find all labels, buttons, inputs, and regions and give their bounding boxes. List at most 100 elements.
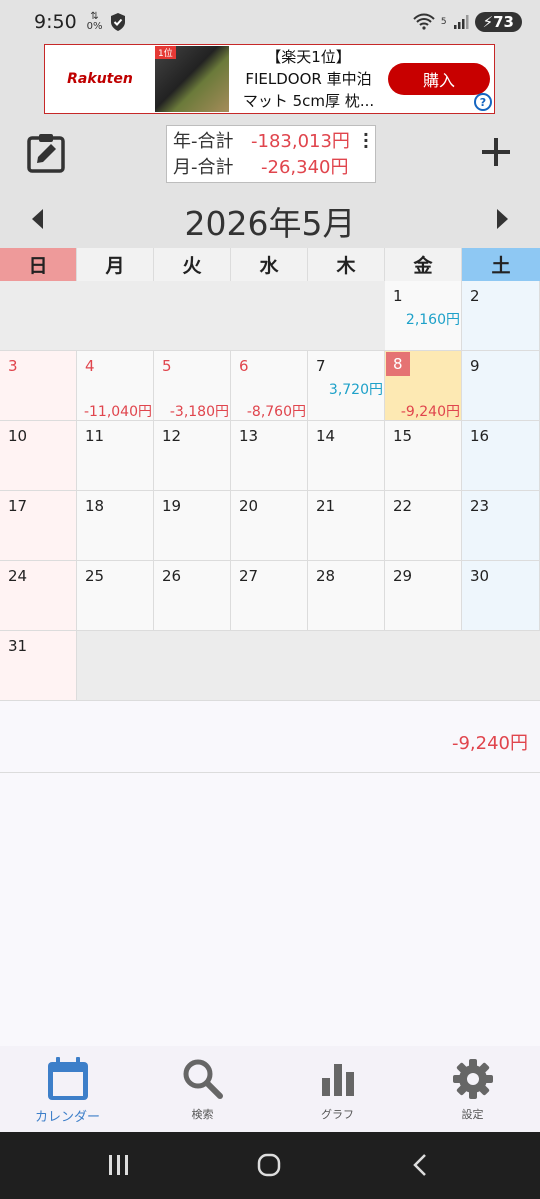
day-cell-28[interactable]: 28 xyxy=(308,561,385,631)
clipboard-edit-icon[interactable] xyxy=(26,132,66,174)
year-total-value: -183,013円 xyxy=(251,131,350,152)
ad-line-2: FIELDOOR 車中泊 xyxy=(245,70,372,88)
day-cell-25[interactable]: 25 xyxy=(77,561,154,631)
day-number: 28 xyxy=(316,567,336,585)
ad-brand-logo: Rakuten xyxy=(67,71,133,87)
day-cell-12[interactable]: 12 xyxy=(154,421,231,491)
recent-apps-icon[interactable] xyxy=(106,1152,132,1178)
month-title: 2026年5月 xyxy=(184,204,356,243)
wifi-icon xyxy=(413,13,435,30)
back-icon[interactable] xyxy=(408,1152,434,1178)
ad-product-image: 1位 xyxy=(155,46,229,112)
day-expense: -9,240円 xyxy=(400,404,460,420)
day-cell-29[interactable]: 29 xyxy=(385,561,462,631)
day-cell-1[interactable]: 1 2,160円 xyxy=(385,281,462,351)
ad-line-1: 【楽天1位】 xyxy=(266,48,351,66)
data-saver-icon: ⇅ 0% xyxy=(86,11,103,32)
battery-level: 73 xyxy=(493,13,514,31)
day-cell-2[interactable]: 2 xyxy=(462,281,540,351)
add-icon[interactable] xyxy=(476,132,516,172)
weekday-mon: 月 xyxy=(77,248,154,281)
shield-icon xyxy=(110,13,125,31)
day-income: 2,160円 xyxy=(405,312,460,328)
day-cell-14[interactable]: 14 xyxy=(308,421,385,491)
tab-search[interactable]: 検索 xyxy=(135,1046,270,1132)
tab-calendar[interactable]: カレンダー xyxy=(0,1046,135,1132)
day-cell-19[interactable]: 19 xyxy=(154,491,231,561)
ad-image-tag: 1位 xyxy=(155,46,176,59)
day-cell-26[interactable]: 26 xyxy=(154,561,231,631)
month-total-row: 月-合計 -26,340円 xyxy=(173,155,369,181)
ad-text: 【楽天1位】 FIELDOOR 車中泊 マット 5cm厚 枕... xyxy=(229,46,388,112)
day-number: 7 xyxy=(316,357,326,375)
home-icon[interactable] xyxy=(256,1152,282,1178)
weekday-sat: 土 xyxy=(462,248,540,281)
day-cell-3[interactable]: 3 xyxy=(0,351,77,421)
data-percent: 0% xyxy=(86,21,103,32)
calendar-grid: 1 2,160円 2 3 4 -11,040円 5 -3,180円 6 -8,7… xyxy=(0,281,540,701)
prev-month-icon[interactable] xyxy=(32,209,43,229)
month-total-value: -26,340円 xyxy=(261,157,349,178)
day-number: 29 xyxy=(393,567,413,585)
day-cell-24[interactable]: 24 xyxy=(0,561,77,631)
day-cell-30[interactable]: 30 xyxy=(462,561,540,631)
day-cell-31[interactable]: 31 xyxy=(0,631,77,701)
day-number: 6 xyxy=(239,357,249,375)
day-expense: -8,760円 xyxy=(246,404,306,420)
more-vert-icon[interactable]: · · · xyxy=(363,127,369,155)
ad-info-icon[interactable]: ? xyxy=(474,93,492,111)
selected-day-summary: -9,240円 xyxy=(0,703,540,773)
day-cell-9[interactable]: 9 xyxy=(462,351,540,421)
day-cell-6[interactable]: 6 -8,760円 xyxy=(231,351,308,421)
weekday-fri: 金 xyxy=(385,248,462,281)
tab-label: 検索 xyxy=(191,1108,214,1121)
empty-cells xyxy=(0,281,385,351)
next-month-icon[interactable] xyxy=(497,209,508,229)
day-number: 5 xyxy=(162,357,172,375)
day-number: 8 xyxy=(386,352,410,376)
day-cell-16[interactable]: 16 xyxy=(462,421,540,491)
day-expense: -11,040円 xyxy=(83,404,152,420)
day-cell-21[interactable]: 21 xyxy=(308,491,385,561)
day-number: 30 xyxy=(470,567,490,585)
day-cell-10[interactable]: 10 xyxy=(0,421,77,491)
day-number: 23 xyxy=(470,497,490,515)
day-cell-4[interactable]: 4 -11,040円 xyxy=(77,351,154,421)
tab-graph[interactable]: グラフ xyxy=(270,1046,405,1132)
tab-settings[interactable]: 設定 xyxy=(405,1046,540,1132)
day-number: 2 xyxy=(470,287,480,305)
day-cell-13[interactable]: 13 xyxy=(231,421,308,491)
day-number: 18 xyxy=(85,497,105,515)
day-income: 3,720円 xyxy=(328,382,383,398)
day-number: 11 xyxy=(85,427,105,445)
tab-label: カレンダー xyxy=(34,1110,100,1125)
day-number: 3 xyxy=(8,357,18,375)
day-cell-7[interactable]: 7 3,720円 xyxy=(308,351,385,421)
weekday-wed: 水 xyxy=(231,248,308,281)
day-cell-15[interactable]: 15 xyxy=(385,421,462,491)
day-cell-20[interactable]: 20 xyxy=(231,491,308,561)
day-number: 17 xyxy=(8,497,28,515)
status-icons: ⇅ 0% xyxy=(87,12,127,32)
day-number: 31 xyxy=(8,637,28,655)
calendar-icon xyxy=(47,1057,88,1100)
day-cell-18[interactable]: 18 xyxy=(77,491,154,561)
day-cell-17[interactable]: 17 xyxy=(0,491,77,561)
status-bar: 9:50 ⇅ 0% 5 ⚡73 xyxy=(0,0,540,44)
day-cell-27[interactable]: 27 xyxy=(231,561,308,631)
day-cell-8-today[interactable]: 8 -9,240円 xyxy=(385,351,462,421)
totals-summary-box[interactable]: 年-合計 -183,013円 月-合計 -26,340円 · · · xyxy=(166,125,376,183)
day-number: 20 xyxy=(239,497,259,515)
day-cell-11[interactable]: 11 xyxy=(77,421,154,491)
ad-buy-button[interactable]: 購入 xyxy=(388,63,490,95)
day-number: 1 xyxy=(393,287,403,305)
day-expense: -3,180円 xyxy=(169,404,229,420)
day-number: 21 xyxy=(316,497,336,515)
day-cell-5[interactable]: 5 -3,180円 xyxy=(154,351,231,421)
day-number: 13 xyxy=(239,427,259,445)
bar-chart-icon xyxy=(321,1064,354,1096)
day-cell-22[interactable]: 22 xyxy=(385,491,462,561)
ad-banner[interactable]: Rakuten 1位 【楽天1位】 FIELDOOR 車中泊 マット 5cm厚 … xyxy=(44,44,495,114)
signal-label: 5 xyxy=(440,17,447,27)
day-cell-23[interactable]: 23 xyxy=(462,491,540,561)
